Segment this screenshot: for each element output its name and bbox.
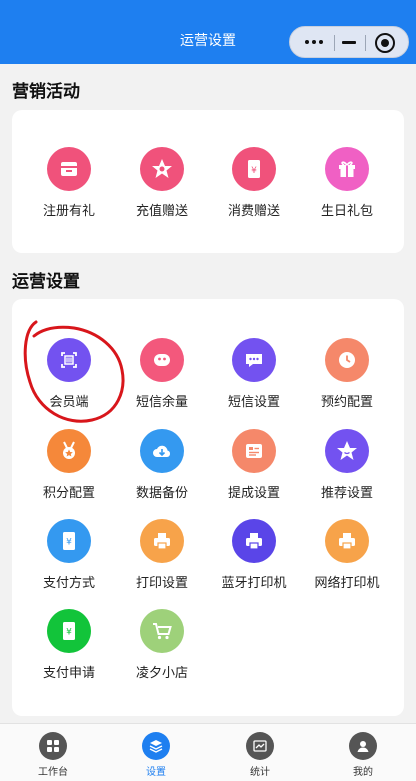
- grid-item-commission[interactable]: 提成设置: [209, 429, 299, 509]
- grid-item-label: 生日礼包: [320, 204, 373, 219]
- tab-label: 设置: [146, 767, 166, 778]
- grid-item-label: 蓝牙打印机: [221, 576, 287, 591]
- grid-item-label: 会员端: [49, 395, 89, 410]
- tab-settings[interactable]: 设置: [116, 732, 196, 778]
- grid-item-network-printer[interactable]: 网络打印机: [302, 519, 392, 599]
- tab-workbench[interactable]: 工作台: [13, 732, 93, 778]
- grid-item-label: 凌夕小店: [135, 666, 188, 681]
- tab-label: 我的: [353, 767, 373, 778]
- tab-label: 统计: [250, 767, 270, 778]
- grid-item-label: 充值赠送: [135, 204, 188, 219]
- more-icon[interactable]: [302, 32, 326, 52]
- svg-text:¥: ¥: [66, 538, 72, 548]
- grid-item-register-gift[interactable]: 注册有礼: [24, 147, 114, 227]
- payment-method-icon: ¥: [47, 519, 91, 563]
- tab-bar: 工作台 设置 统计 我的: [0, 723, 416, 781]
- grid-item-sms-settings[interactable]: 短信设置: [209, 338, 299, 418]
- commission-icon: [232, 429, 276, 473]
- section-title-operations: 运营设置: [12, 272, 80, 292]
- profile-icon: [349, 732, 377, 760]
- workbench-icon: [39, 732, 67, 760]
- close-target-icon[interactable]: [375, 33, 395, 53]
- mini-program-capsule: [289, 26, 409, 58]
- grid-item-label: 打印设置: [135, 576, 188, 591]
- birthday-gift-icon: [325, 147, 369, 191]
- register-gift-icon: [47, 147, 91, 191]
- grid-item-sms-balance[interactable]: 短信余量: [117, 338, 207, 418]
- points-medal-icon: [47, 429, 91, 473]
- navigation-bar: 运营设置: [0, 0, 416, 64]
- grid-item-points[interactable]: 积分配置: [24, 429, 114, 509]
- sms-settings-icon: [232, 338, 276, 382]
- grid-item-payment-apply[interactable]: ¥ 支付申请: [24, 609, 114, 689]
- member-client-icon: [47, 338, 91, 382]
- grid-item-recommend[interactable]: 推荐设置: [302, 429, 392, 509]
- statistics-icon: [246, 732, 274, 760]
- grid-item-birthday-gift[interactable]: 生日礼包: [302, 147, 392, 227]
- consume-gift-icon: ¥: [232, 147, 276, 191]
- shop-cart-icon: [140, 609, 184, 653]
- sms-balance-icon: [140, 338, 184, 382]
- bluetooth-printer-icon: [232, 519, 276, 563]
- capsule-divider: [334, 35, 335, 51]
- grid-item-payment-method[interactable]: ¥ 支付方式: [24, 519, 114, 599]
- operations-card: 会员端 短信余量 短信设置 预约配置 积分配置 数据备份 提成设置 推荐设置 ¥…: [12, 299, 404, 716]
- capsule-divider: [365, 35, 366, 51]
- svg-text:¥: ¥: [251, 166, 257, 176]
- grid-item-consume-gift[interactable]: ¥ 消费赠送: [209, 147, 299, 227]
- grid-item-member-client[interactable]: 会员端: [24, 338, 114, 418]
- grid-item-label: 网络打印机: [314, 576, 380, 591]
- grid-item-label: 消费赠送: [227, 204, 280, 219]
- grid-item-label: 支付申请: [42, 666, 95, 681]
- tab-statistics[interactable]: 统计: [220, 732, 300, 778]
- grid-item-bluetooth-printer[interactable]: 蓝牙打印机: [209, 519, 299, 599]
- grid-item-print-settings[interactable]: 打印设置: [117, 519, 207, 599]
- svg-text:¥: ¥: [66, 628, 72, 638]
- grid-item-label: 短信余量: [135, 395, 188, 410]
- recommend-star-icon: [325, 429, 369, 473]
- tab-profile[interactable]: 我的: [323, 732, 403, 778]
- cloud-download-icon: [140, 429, 184, 473]
- grid-item-label: 预约配置: [320, 395, 373, 410]
- recharge-gift-icon: [140, 147, 184, 191]
- appointment-icon: [325, 338, 369, 382]
- grid-item-appointment[interactable]: 预约配置: [302, 338, 392, 418]
- grid-item-label: 提成设置: [227, 486, 280, 501]
- grid-item-label: 支付方式: [42, 576, 95, 591]
- network-printer-icon: [325, 519, 369, 563]
- grid-item-label: 数据备份: [135, 486, 188, 501]
- tab-label: 工作台: [38, 767, 68, 778]
- grid-item-data-backup[interactable]: 数据备份: [117, 429, 207, 509]
- grid-item-label: 注册有礼: [42, 204, 95, 219]
- grid-item-label: 积分配置: [42, 486, 95, 501]
- grid-item-label: 推荐设置: [320, 486, 373, 501]
- minimize-icon[interactable]: [342, 41, 356, 44]
- grid-item-label: 短信设置: [227, 395, 280, 410]
- section-title-marketing: 营销活动: [12, 82, 80, 102]
- payment-apply-icon: ¥: [47, 609, 91, 653]
- grid-item-recharge-gift[interactable]: 充值赠送: [117, 147, 207, 227]
- print-settings-icon: [140, 519, 184, 563]
- grid-item-shop[interactable]: 凌夕小店: [117, 609, 207, 689]
- settings-layers-icon: [142, 732, 170, 760]
- marketing-card: 注册有礼 充值赠送 ¥ 消费赠送 生日礼包: [12, 110, 404, 253]
